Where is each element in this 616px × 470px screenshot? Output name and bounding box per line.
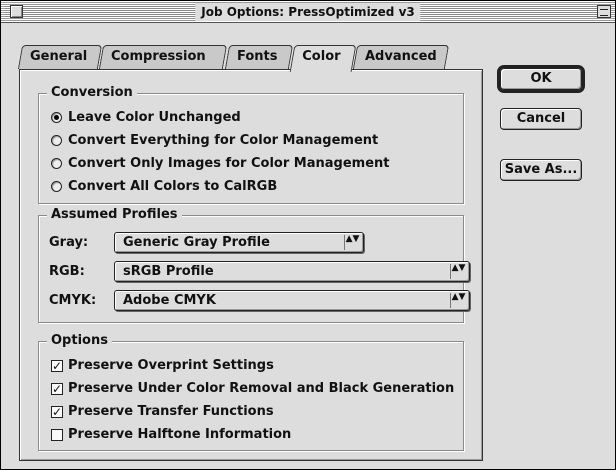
tab-fonts[interactable]: Fonts (224, 45, 294, 69)
checkbox-icon[interactable]: ✓ (51, 405, 63, 418)
radio-label: Convert Everything for Color Management (68, 133, 379, 148)
popup-arrows-icon: ▲▼ (344, 235, 360, 250)
save-as-button[interactable]: Save As... (500, 159, 582, 181)
rgb-profile-value: sRGB Profile (123, 264, 214, 279)
tab-label: Advanced (365, 49, 437, 64)
radio-label: Convert Only Images for Color Management (68, 156, 390, 171)
assumed-profiles-group: Assumed Profiles Gray: Generic Gray Prof… (38, 207, 470, 323)
options-group: Options ✓ Preserve Overprint Settings ✓ … (38, 333, 464, 451)
assumed-profiles-group-title: Assumed Profiles (47, 207, 182, 223)
conversion-group-title: Conversion (47, 85, 137, 101)
tab-label: General (30, 49, 88, 64)
gray-profile-value: Generic Gray Profile (123, 235, 270, 250)
window-title: Job Options: PressOptimized v3 (195, 3, 421, 21)
checkbox-icon[interactable]: ✓ (51, 382, 63, 395)
conversion-group: Conversion Leave Color Unchanged Convert… (38, 85, 464, 204)
cmyk-label: CMYK: (49, 293, 97, 308)
radio-leave-color-unchanged[interactable]: Leave Color Unchanged (51, 110, 241, 125)
tab-label: Compression (111, 49, 206, 64)
checkbox-preserve-transfer[interactable]: ✓ Preserve Transfer Functions (51, 404, 274, 419)
tab-general[interactable]: General (17, 45, 103, 69)
cmyk-profile-value: Adobe CMYK (123, 293, 216, 308)
radio-button-icon[interactable] (51, 135, 62, 146)
checkbox-icon[interactable]: ✓ (51, 359, 63, 372)
radio-button-icon[interactable] (51, 158, 62, 169)
gray-label: Gray: (49, 235, 89, 250)
checkbox-preserve-overprint[interactable]: ✓ Preserve Overprint Settings (51, 358, 274, 373)
title-bar[interactable]: Job Options: PressOptimized v3 (1, 1, 615, 23)
tab-color[interactable]: Color (289, 45, 357, 72)
checkbox-label: Preserve Under Color Removal and Black G… (68, 381, 455, 396)
checkbox-label: Preserve Overprint Settings (68, 358, 274, 373)
radio-convert-everything[interactable]: Convert Everything for Color Management (51, 133, 378, 148)
options-group-title: Options (47, 333, 112, 349)
checkbox-icon[interactable] (51, 428, 63, 441)
radio-button-icon[interactable] (51, 112, 62, 123)
gray-profile-popup[interactable]: Generic Gray Profile ▲▼ (114, 232, 364, 253)
checkbox-preserve-ucr[interactable]: ✓ Preserve Under Color Removal and Black… (51, 381, 454, 396)
popup-arrows-icon: ▲▼ (450, 264, 466, 279)
radio-convert-only-images[interactable]: Convert Only Images for Color Management (51, 156, 389, 171)
radio-label: Leave Color Unchanged (68, 110, 241, 125)
radio-button-icon[interactable] (51, 181, 62, 192)
cmyk-profile-popup[interactable]: Adobe CMYK ▲▼ (114, 290, 470, 311)
rgb-profile-popup[interactable]: sRGB Profile ▲▼ (114, 261, 470, 282)
tab-compression[interactable]: Compression (98, 45, 228, 69)
checkbox-preserve-halftone[interactable]: Preserve Halftone Information (51, 427, 291, 442)
checkbox-label: Preserve Transfer Functions (68, 404, 274, 419)
cancel-button[interactable]: Cancel (500, 108, 582, 130)
ok-button[interactable]: OK (500, 68, 582, 90)
popup-arrows-icon: ▲▼ (450, 293, 466, 308)
color-tab-panel: Conversion Leave Color Unchanged Convert… (19, 69, 483, 461)
checkbox-label: Preserve Halftone Information (68, 427, 292, 442)
collapse-box-icon[interactable] (597, 5, 611, 18)
rgb-label: RGB: (49, 264, 85, 279)
radio-label: Convert All Colors to CalRGB (68, 179, 278, 194)
tab-advanced[interactable]: Advanced (352, 45, 450, 69)
tab-label: Fonts (237, 49, 278, 64)
tab-label: Color (302, 49, 341, 64)
radio-convert-calrgb[interactable]: Convert All Colors to CalRGB (51, 179, 277, 194)
close-box-icon[interactable] (10, 5, 23, 18)
job-options-window: Job Options: PressOptimized v3 Conversio… (0, 0, 616, 470)
